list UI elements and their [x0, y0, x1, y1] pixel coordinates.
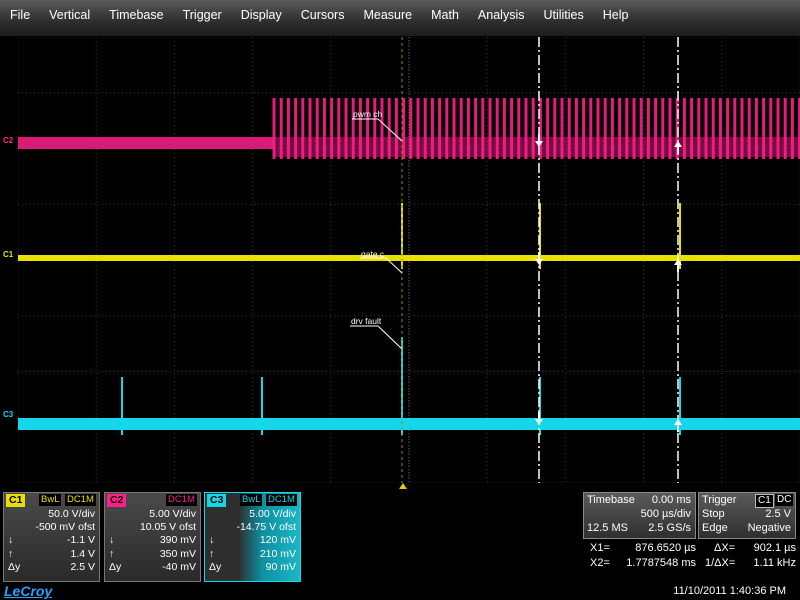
inverse-dx-label: 1/ΔX=: [705, 557, 736, 569]
timebase-samples: 12.5 MS: [587, 522, 628, 534]
menu-file[interactable]: File: [0, 8, 39, 28]
menu-math[interactable]: Math: [421, 8, 468, 28]
x2-value: 1.7787548 ms: [626, 557, 696, 569]
c2-down-value: 390 mV: [159, 534, 196, 547]
c2-trace-band: [274, 137, 800, 157]
lecroy-logo: LeCroy: [4, 583, 53, 599]
trigger-coupling: DC: [775, 494, 794, 506]
trigger-slope: Negative: [747, 522, 791, 534]
c2-dy-value: -40 mV: [162, 560, 196, 573]
waveform-canvas: [18, 37, 800, 483]
c3-coupling-tag: DC1M: [266, 494, 297, 506]
up-cursor-icon: ↑: [8, 547, 14, 560]
c2-vdiv: 5.00 V/div: [149, 508, 196, 520]
c1-marker[interactable]: C1: [3, 250, 13, 259]
delta-y-label: Δy: [209, 560, 222, 573]
dx-label: ΔX=: [714, 542, 736, 554]
menu-bar: File Vertical Timebase Trigger Display C…: [0, 0, 800, 36]
label-leader: [350, 325, 403, 350]
menu-vertical[interactable]: Vertical: [39, 8, 99, 28]
c3-up-value: 210 mV: [259, 547, 296, 560]
menu-analysis[interactable]: Analysis: [468, 8, 534, 28]
c2-coupling-tag: DC1M: [166, 494, 197, 506]
c1-name: C1: [6, 494, 26, 507]
timestamp: 11/10/2011 1:40:36 PM: [673, 585, 786, 597]
c1-up-value: 1.4 V: [70, 547, 95, 560]
delta-y-label: Δy: [109, 560, 122, 573]
trigger-type: Edge: [702, 522, 728, 534]
up-cursor-icon: ↑: [109, 547, 115, 560]
c3-offset: -14.75 V ofst: [236, 521, 296, 534]
dx-value: 902.1 µs: [753, 542, 796, 554]
c2-up-value: 350 mV: [159, 547, 196, 560]
c3-down-value: 120 mV: [259, 534, 296, 547]
c3-vdiv: 5.00 V/div: [249, 508, 296, 520]
c1-dy-value: 2.5 V: [70, 560, 95, 573]
c2-offset: 10.05 V ofst: [139, 521, 196, 534]
c3-dy-value: 90 mV: [265, 560, 296, 573]
trigger-position-icon: [399, 483, 407, 489]
c1-bandwidth-tag: BwL: [39, 494, 62, 506]
timebase-panel[interactable]: Timebase 0.00 ms 500 µs/div 12.5 MS 2.5 GS…: [583, 492, 696, 539]
inverse-dx-value: 1.11 kHz: [753, 557, 796, 569]
trace-label-fault: drv fault: [351, 316, 382, 326]
down-cursor-icon: ↓: [209, 534, 215, 547]
down-cursor-icon: ↓: [8, 534, 14, 547]
menu-help[interactable]: Help: [593, 8, 638, 28]
c3-trace: [18, 418, 800, 430]
timebase-div: 500 µs/div: [640, 508, 691, 520]
c1-offset: -500 mV ofst: [35, 521, 95, 534]
trigger-label: Trigger: [702, 494, 737, 506]
c2-marker[interactable]: C2: [3, 136, 13, 145]
c2-trace-band: [18, 137, 274, 149]
menu-measure[interactable]: Measure: [353, 8, 421, 28]
c3-descriptor-panel[interactable]: C3 BwL DC1M 5.00 V/div -14.75 V ofst ↓ 12…: [204, 492, 301, 582]
delta-y-label: Δy: [8, 560, 21, 573]
c1-descriptor-panel[interactable]: C1 BwL DC1M 50.0 V/div -500 mV ofst ↓ -1.…: [3, 492, 100, 582]
trigger-panel[interactable]: Trigger C1 DC Stop 2.5 V Edge Negative: [698, 492, 796, 539]
c1-down-value: -1.1 V: [66, 534, 95, 547]
x1-label: X1=: [590, 542, 610, 554]
c2-name: C2: [107, 494, 127, 507]
menu-display[interactable]: Display: [231, 8, 291, 28]
menu-utilities[interactable]: Utilities: [533, 8, 592, 28]
c3-bandwidth-tag: BwL: [240, 494, 263, 506]
c1-trace: [18, 255, 800, 261]
timebase-rate: 2.5 GS/s: [648, 522, 691, 534]
c3-marker[interactable]: C3: [3, 410, 13, 419]
timebase-delay: 0.00 ms: [651, 494, 691, 506]
menu-trigger[interactable]: Trigger: [173, 8, 231, 28]
trigger-level: 2.5 V: [765, 508, 791, 520]
c3-name: C3: [207, 494, 227, 507]
down-cursor-icon: ↓: [109, 534, 115, 547]
trace-label-gate: gate c: [361, 249, 385, 259]
trace-label-pwm: pwm ch: [353, 109, 383, 119]
trigger-channel: C1: [755, 494, 774, 508]
x1-value: 876.6520 µs: [635, 542, 696, 554]
trigger-mode: Stop: [702, 508, 725, 520]
timebase-label: Timebase: [587, 494, 635, 506]
waveform-display[interactable]: pwm ch gate c drv fault: [18, 37, 800, 483]
menu-timebase[interactable]: Timebase: [99, 8, 172, 28]
up-cursor-icon: ↑: [209, 547, 215, 560]
c1-vdiv: 50.0 V/div: [48, 508, 95, 520]
x2-label: X2=: [590, 557, 610, 569]
c2-descriptor-panel[interactable]: C2 DC1M 5.00 V/div 10.05 V ofst ↓ 390 mV …: [104, 492, 201, 582]
c1-coupling-tag: DC1M: [65, 494, 96, 506]
menu-cursors[interactable]: Cursors: [291, 8, 354, 28]
